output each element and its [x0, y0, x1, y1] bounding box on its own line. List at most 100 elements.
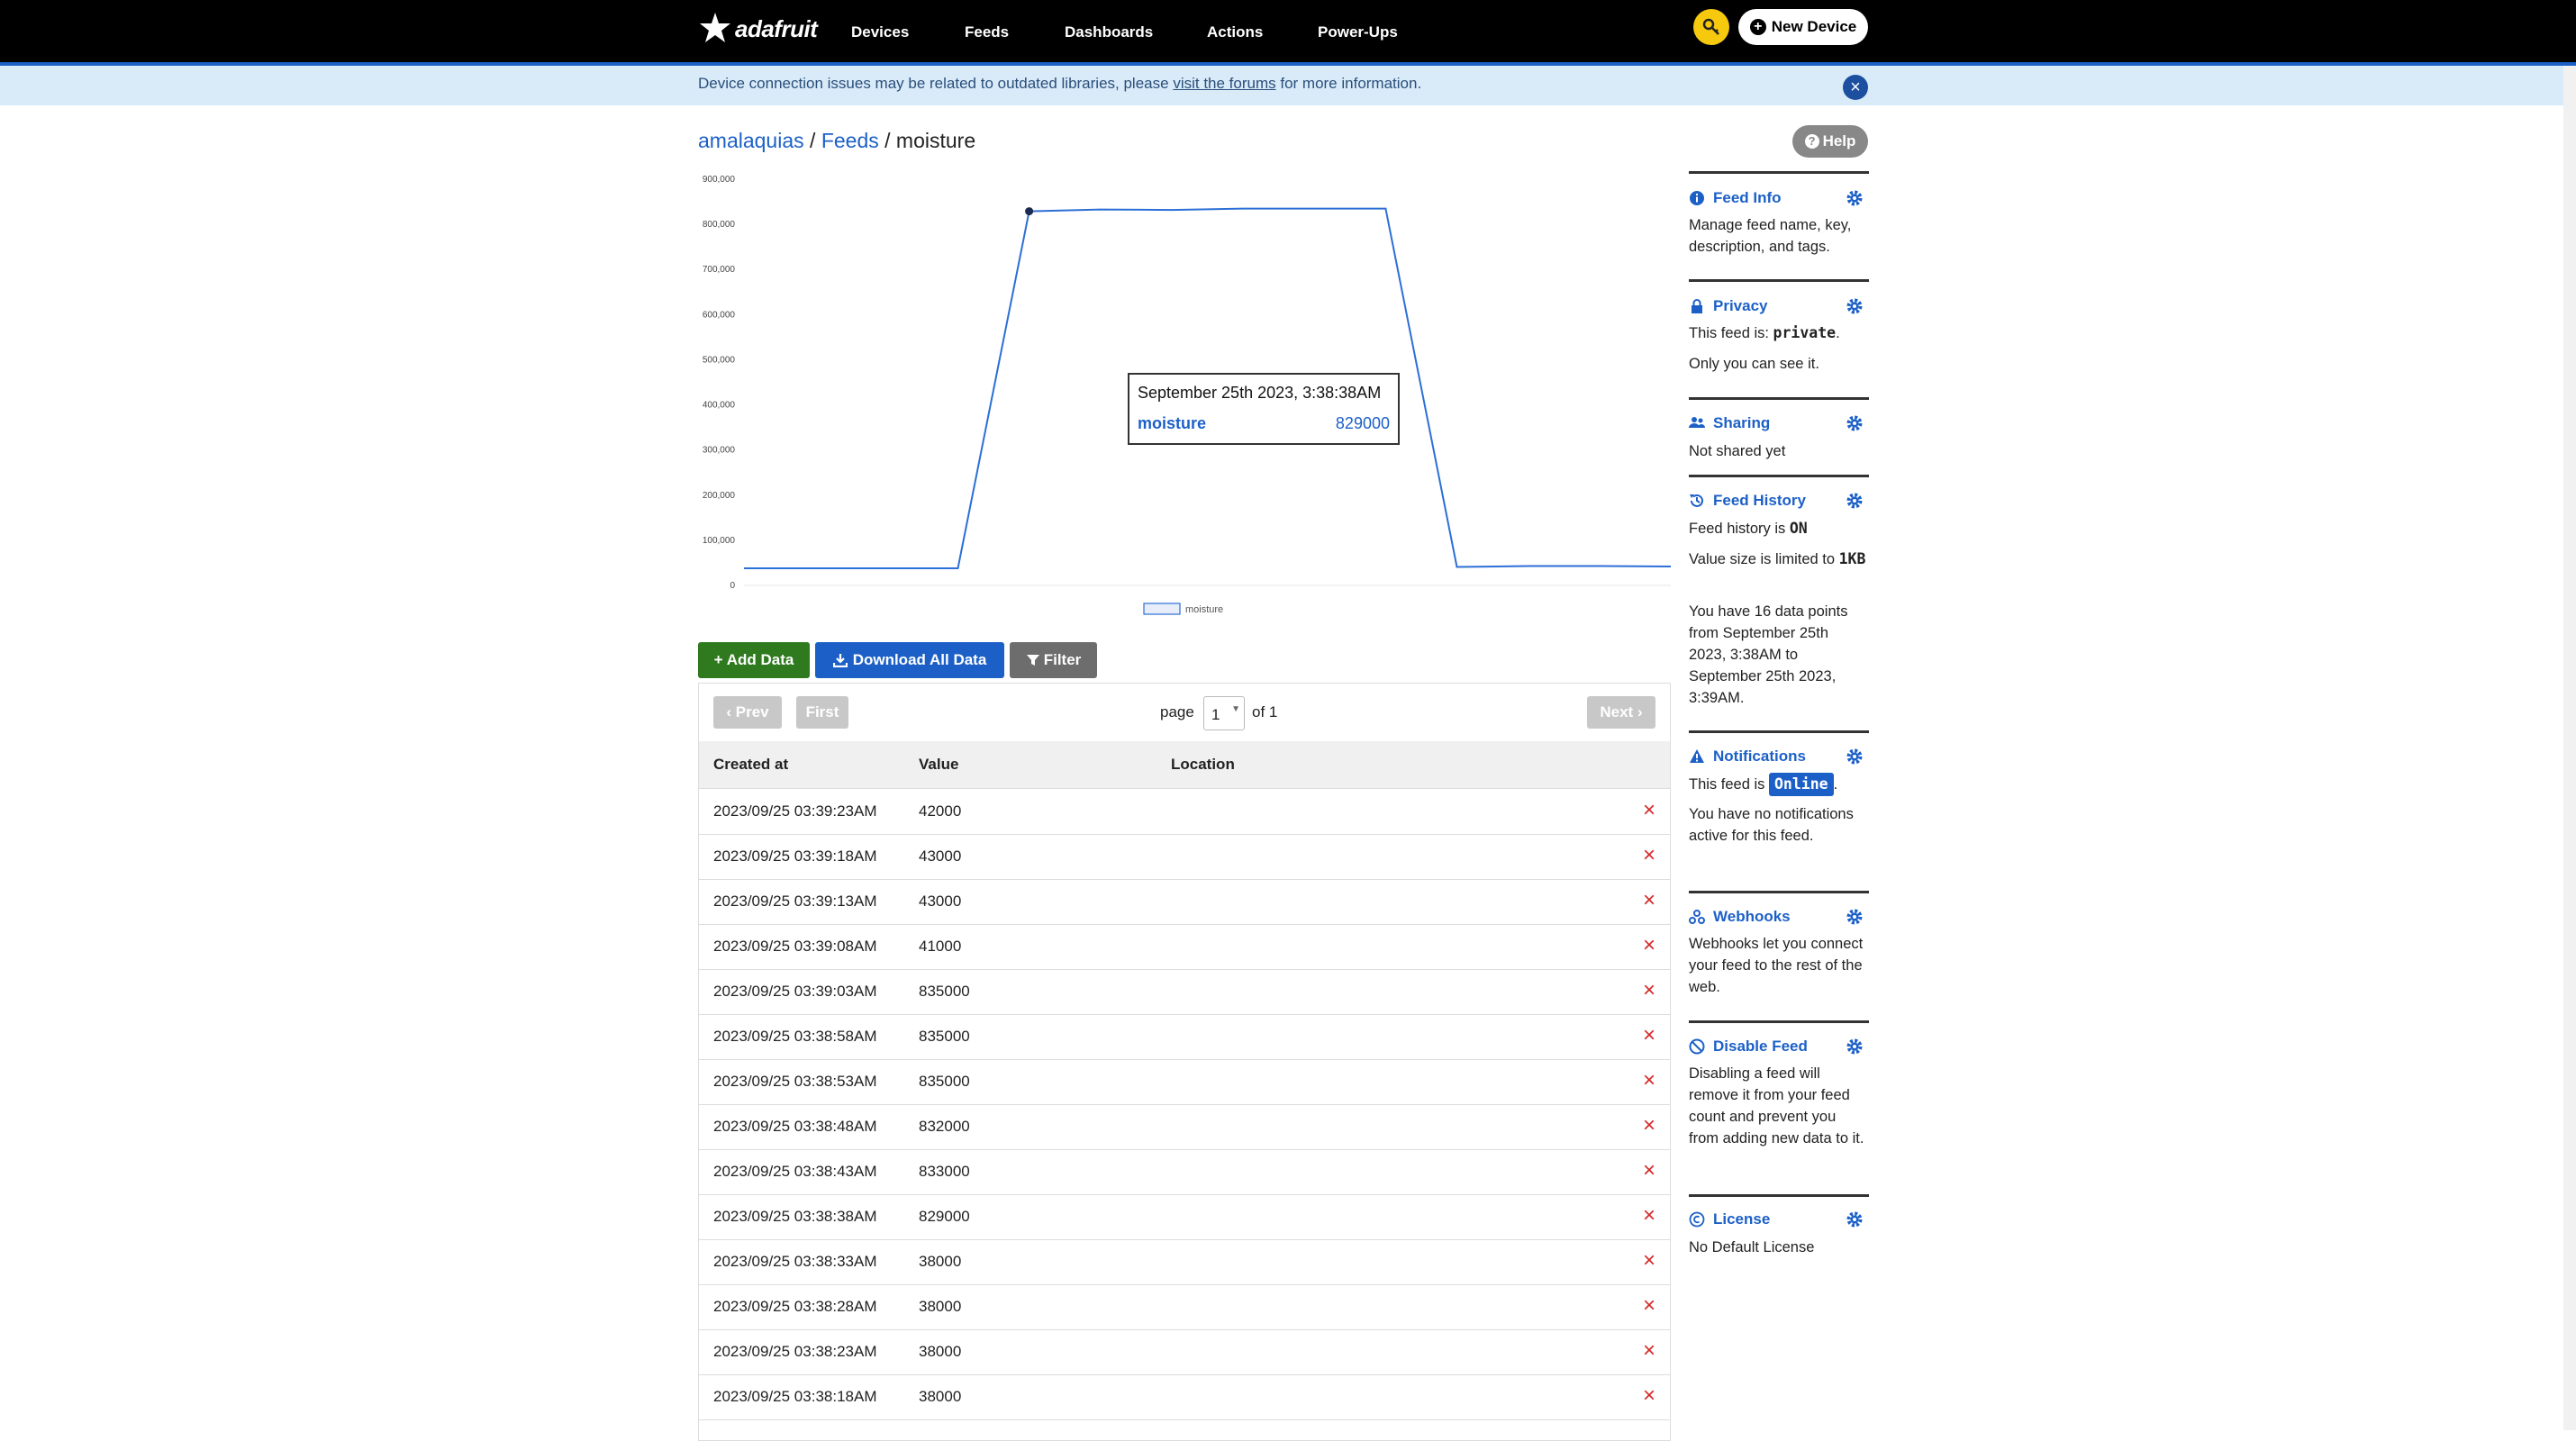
close-icon[interactable]: ×	[1843, 75, 1868, 100]
history-prefix: Feed history is	[1689, 521, 1790, 537]
delete-x-icon[interactable]: ×	[1643, 1203, 1655, 1228]
page-of-label: of 1	[1252, 703, 1278, 720]
delete-x-icon[interactable]: ×	[1643, 1113, 1655, 1138]
feed-info-text: Manage feed name, key, description, and …	[1689, 217, 1852, 255]
y-tick-label: 800,000	[703, 220, 736, 230]
nav-dashboards[interactable]: Dashboards	[1065, 23, 1153, 41]
privacy-prefix: This feed is:	[1689, 325, 1773, 341]
table-row: 2023/09/25 03:38:23AM 38000 ×	[699, 1329, 1670, 1375]
privacy-link[interactable]: Privacy	[1713, 297, 1768, 315]
gear-icon[interactable]	[1846, 748, 1864, 766]
first-page-button[interactable]: First	[796, 696, 848, 729]
prev-page-button[interactable]: ‹ Prev	[713, 696, 782, 729]
nav-feeds[interactable]: Feeds	[965, 23, 1009, 41]
delete-x-icon[interactable]: ×	[1643, 1248, 1655, 1273]
gear-icon[interactable]	[1846, 414, 1864, 432]
table-row: 2023/09/25 03:38:43AM 833000 ×	[699, 1149, 1670, 1195]
table-row: 2023/09/25 03:39:03AM 835000 ×	[699, 969, 1670, 1015]
divider	[1689, 1020, 1869, 1023]
delete-x-icon[interactable]: ×	[1643, 1383, 1655, 1409]
webhooks-text: Webhooks let you connect your feed to th…	[1689, 936, 1864, 995]
delete-x-icon[interactable]: ×	[1643, 798, 1655, 823]
y-tick-label: 200,000	[703, 491, 736, 501]
license-link[interactable]: License	[1713, 1210, 1770, 1228]
users-icon	[1689, 417, 1705, 428]
y-tick-label: 600,000	[703, 310, 736, 320]
key-button[interactable]	[1693, 9, 1729, 45]
download-all-data-button[interactable]: Download All Data	[815, 642, 1004, 678]
page-select-value: 1	[1211, 706, 1220, 723]
gear-icon[interactable]	[1846, 1210, 1864, 1228]
y-tick-label: 0	[730, 581, 735, 591]
filter-button[interactable]: Filter	[1010, 642, 1097, 678]
new-device-button[interactable]: + New Device	[1738, 9, 1868, 45]
gear-icon[interactable]	[1846, 1038, 1864, 1056]
new-device-label: New Device	[1771, 18, 1857, 35]
value-cell: 38000	[919, 1298, 962, 1315]
alert-text-after: for more information.	[1275, 75, 1422, 92]
divider	[1689, 171, 1869, 174]
feed-history-status: Feed history is ON	[1689, 518, 1869, 539]
alert-message: Device connection issues may be related …	[698, 75, 1421, 93]
gear-icon[interactable]	[1846, 908, 1864, 926]
notifications-link[interactable]: Notifications	[1713, 748, 1806, 766]
header-location[interactable]: Location	[1171, 756, 1235, 774]
add-data-button[interactable]: + Add Data	[698, 642, 810, 678]
nav-actions[interactable]: Actions	[1207, 23, 1263, 41]
forums-link[interactable]: visit the forums	[1173, 75, 1275, 92]
divider	[1689, 730, 1869, 733]
delete-x-icon[interactable]: ×	[1643, 978, 1655, 1003]
brand-name: adafruit	[735, 14, 818, 42]
sharing-header: Sharing	[1689, 413, 1869, 433]
gear-icon[interactable]	[1846, 492, 1864, 510]
gear-icon[interactable]	[1846, 297, 1864, 315]
value-cell: 43000	[919, 847, 962, 865]
gear-icon[interactable]	[1846, 189, 1864, 207]
created-at-cell: 2023/09/25 03:39:18AM	[713, 847, 877, 865]
value-cell: 832000	[919, 1118, 970, 1135]
highlighted-data-point	[1025, 207, 1034, 216]
help-button[interactable]: ? Help	[1792, 125, 1868, 158]
created-at-cell: 2023/09/25 03:38:43AM	[713, 1163, 877, 1180]
created-at-cell: 2023/09/25 03:38:48AM	[713, 1118, 877, 1135]
scrollbar[interactable]	[2563, 66, 2576, 1430]
warning-icon	[1690, 749, 1704, 763]
delete-x-icon[interactable]: ×	[1643, 933, 1655, 958]
breadcrumb-user[interactable]: amalaquias	[698, 129, 804, 152]
delete-x-icon[interactable]: ×	[1643, 1068, 1655, 1093]
divider	[1689, 891, 1869, 893]
delete-x-icon[interactable]: ×	[1643, 1293, 1655, 1319]
disable-feed-link[interactable]: Disable Feed	[1713, 1038, 1808, 1056]
adafruit-logo[interactable]: adafruit	[697, 8, 818, 50]
delete-x-icon[interactable]: ×	[1643, 1338, 1655, 1364]
delete-x-icon[interactable]: ×	[1643, 888, 1655, 913]
breadcrumb-feeds[interactable]: Feeds	[821, 129, 879, 152]
delete-x-icon[interactable]: ×	[1643, 1023, 1655, 1048]
y-tick-label: 700,000	[703, 265, 736, 275]
feed-info-link[interactable]: Feed Info	[1713, 189, 1782, 207]
header-value[interactable]: Value	[919, 756, 958, 774]
nav-devices[interactable]: Devices	[851, 23, 909, 41]
delete-x-icon[interactable]: ×	[1643, 1158, 1655, 1183]
privacy-suffix: .	[1836, 325, 1840, 341]
created-at-cell: 2023/09/25 03:38:53AM	[713, 1073, 877, 1090]
plus-circle-icon: +	[1749, 19, 1766, 35]
download-label: Download All Data	[852, 651, 987, 668]
page-select[interactable]: 1 ▼	[1203, 696, 1245, 730]
webhooks-link[interactable]: Webhooks	[1713, 908, 1791, 926]
status-badge: Online	[1768, 773, 1834, 796]
header-created-at[interactable]: Created at	[713, 756, 788, 774]
feed-history-link[interactable]: Feed History	[1713, 492, 1806, 510]
created-at-cell: 2023/09/25 03:39:13AM	[713, 893, 877, 910]
table-row: 2023/09/25 03:38:38AM 829000 ×	[699, 1194, 1670, 1240]
nav-power-ups[interactable]: Power-Ups	[1318, 23, 1398, 41]
delete-x-icon[interactable]: ×	[1643, 843, 1655, 868]
sharing-link[interactable]: Sharing	[1713, 414, 1770, 432]
adafruit-flower-icon	[700, 13, 730, 42]
value-cell: 38000	[919, 1343, 962, 1360]
privacy-state: private	[1773, 324, 1837, 341]
data-table: ‹ Prev First page 1 ▼ of 1 Next › Create…	[698, 683, 1671, 1441]
next-page-button[interactable]: Next ›	[1587, 696, 1655, 729]
ban-icon	[1689, 1038, 1705, 1055]
breadcrumb-sep: /	[803, 129, 821, 152]
